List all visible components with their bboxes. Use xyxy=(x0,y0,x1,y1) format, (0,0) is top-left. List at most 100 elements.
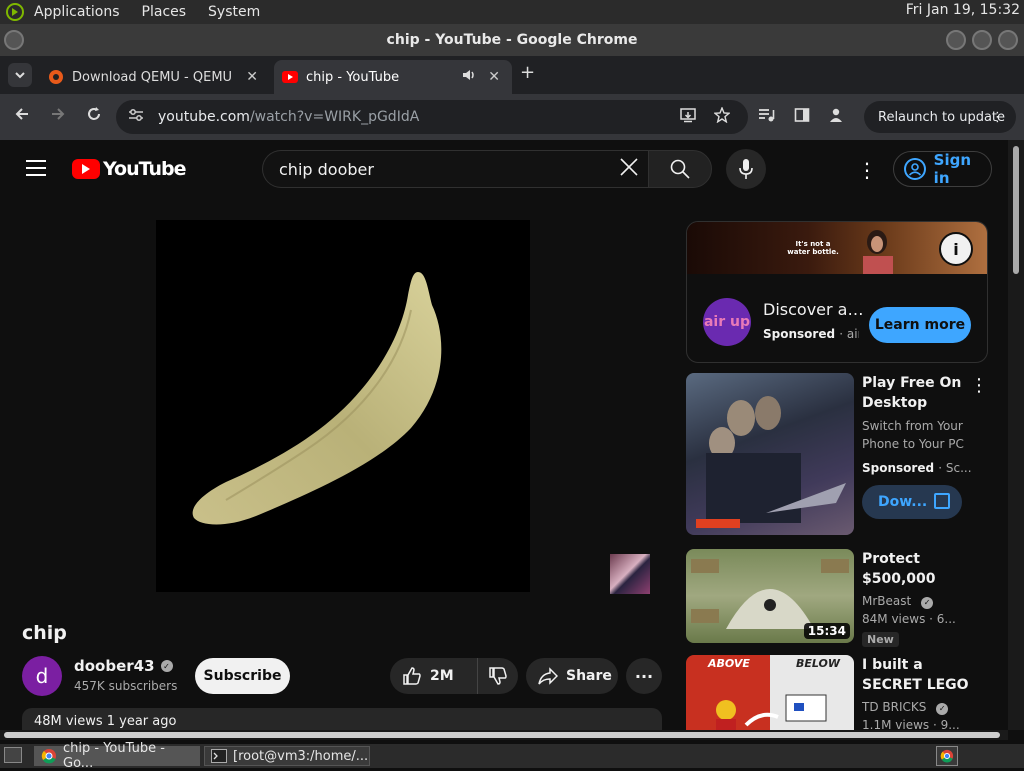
forward-icon[interactable] xyxy=(50,106,66,127)
search-query: chip doober xyxy=(279,159,374,179)
browser-toolbar: youtube.com/watch?v=WIRK_pGdIdA Relaunch… xyxy=(0,94,1024,140)
video-player[interactable] xyxy=(22,198,662,610)
ad-card[interactable]: It's not a water bottle. i air up Discov… xyxy=(686,221,988,363)
video-thumbnail[interactable]: 15:34 xyxy=(686,549,854,643)
profile-icon[interactable] xyxy=(828,107,844,127)
minimize-button[interactable] xyxy=(946,30,966,50)
media-controls-icon[interactable] xyxy=(758,107,776,127)
sponsored-label: Sponsored xyxy=(862,461,935,475)
relaunch-label: Relaunch to update xyxy=(878,109,1006,125)
scrollbar-thumb[interactable] xyxy=(4,732,1000,738)
sponsored-label: Sponsored xyxy=(763,327,836,341)
sign-in-button[interactable]: Sign in xyxy=(893,151,992,187)
back-icon[interactable] xyxy=(14,106,30,127)
video-stats: 1.1M views · 9... xyxy=(862,718,960,731)
address-bar[interactable]: youtube.com/watch?v=WIRK_pGdIdA xyxy=(116,100,748,134)
side-panel-icon[interactable] xyxy=(794,107,810,127)
close-tab-icon[interactable]: ✕ xyxy=(246,69,258,85)
tab-qemu[interactable]: Download QEMU - QEMU ✕ xyxy=(40,60,270,94)
video-stats: 84M views · 6... xyxy=(862,612,956,626)
tab-youtube[interactable]: chip - YouTube ✕ xyxy=(274,60,512,94)
youtube-wordmark: YouTube xyxy=(103,158,186,180)
desktop-taskbar: chip - YouTube - Go... [root@vm3:/home/.… xyxy=(0,741,1024,771)
ad-description-line: Phone to Your PC xyxy=(862,437,964,451)
ad-banner-tagline: It's not a water bottle. xyxy=(787,240,839,256)
distro-logo-icon[interactable] xyxy=(4,1,26,23)
dislike-button[interactable] xyxy=(478,666,518,686)
youtube-play-logo-icon xyxy=(72,159,100,179)
share-button[interactable]: Share xyxy=(526,658,618,694)
recommendation-title[interactable]: Protect $500,000 Kee... xyxy=(862,549,972,589)
ad-person-image xyxy=(863,230,893,274)
channel-avatar[interactable]: d xyxy=(22,656,62,696)
horizontal-scrollbar[interactable] xyxy=(0,730,1008,740)
recommendation-title[interactable]: Play Free On Desktop xyxy=(862,373,972,413)
channel-name[interactable]: doober43 ✓ xyxy=(74,657,173,675)
video-duration: 15:34 xyxy=(803,623,850,639)
close-tab-icon[interactable]: ✕ xyxy=(488,69,500,85)
hamburger-menu-icon[interactable] xyxy=(26,160,46,176)
more-options-icon[interactable]: ⋮ xyxy=(970,375,988,396)
recommendation-title[interactable]: I built a SECRET LEGO survival... xyxy=(862,655,972,695)
channel-line[interactable]: MrBeast ✓ xyxy=(862,592,972,610)
reload-icon[interactable] xyxy=(86,106,102,127)
description-box[interactable]: 48M views 1 year ago xyxy=(22,708,662,732)
like-button[interactable]: 2M xyxy=(390,658,478,694)
search-input[interactable]: chip doober xyxy=(262,150,648,188)
voice-search-button[interactable] xyxy=(726,149,766,189)
subscribe-button[interactable]: Subscribe xyxy=(195,658,290,694)
close-window-button[interactable] xyxy=(998,30,1018,50)
ad-headline[interactable]: Discover ai... xyxy=(763,300,865,319)
clock[interactable]: Fri Jan 19, 15:32 xyxy=(906,2,1020,18)
site-info-icon[interactable] xyxy=(128,108,144,126)
learn-more-button[interactable]: Learn more xyxy=(869,307,971,343)
youtube-logo[interactable]: YouTube xyxy=(72,158,186,180)
show-desktop-icon[interactable] xyxy=(4,747,22,763)
video-frame[interactable] xyxy=(156,220,530,592)
relaunch-to-update-button[interactable]: Relaunch to update ⋮ xyxy=(864,101,1016,133)
clear-search-icon[interactable] xyxy=(618,156,640,184)
vertical-scrollbar[interactable] xyxy=(1008,140,1024,730)
taskbar-item-terminal[interactable]: [root@vm3:/home/... xyxy=(204,746,370,766)
download-ad-button[interactable]: Dow... xyxy=(862,485,962,519)
ad-info-icon[interactable]: i xyxy=(939,232,973,266)
settings-kebab-icon[interactable]: ⋮ xyxy=(857,158,877,182)
url-path: /watch?v=WIRK_pGdIdA xyxy=(249,109,420,125)
maximize-button[interactable] xyxy=(972,30,992,50)
recommendation-item[interactable]: Play Free On Desktop Switch from Your Ph… xyxy=(686,373,1008,541)
tab-search-button[interactable] xyxy=(8,63,32,87)
speaker-icon[interactable] xyxy=(462,69,476,85)
ad-description-line: Switch from Your xyxy=(862,419,963,433)
tab-title: Download QEMU - QEMU xyxy=(72,69,233,85)
sign-in-label: Sign in xyxy=(933,151,972,187)
channel-name: TD BRICKS xyxy=(862,700,927,714)
video-endcard-thumbnail[interactable] xyxy=(610,554,650,594)
window-menu-button[interactable] xyxy=(4,30,24,50)
channel-name: MrBeast xyxy=(862,594,912,608)
channel-line[interactable]: TD BRICKS ✓ xyxy=(862,698,972,716)
search-button[interactable] xyxy=(648,150,712,188)
bookmark-star-icon[interactable] xyxy=(713,106,731,127)
qemu-favicon-icon xyxy=(48,69,64,85)
install-app-icon[interactable] xyxy=(680,107,696,127)
new-tab-button[interactable]: + xyxy=(520,62,535,83)
ad-banner[interactable]: It's not a water bottle. i xyxy=(687,222,987,274)
video-thumbnail[interactable] xyxy=(686,373,854,535)
menu-places[interactable]: Places xyxy=(142,4,187,20)
taskbar-item-chrome[interactable]: chip - YouTube - Go... xyxy=(34,741,200,771)
chrome-menu-icon[interactable]: ⋮ xyxy=(991,110,1004,125)
scrollbar-thumb[interactable] xyxy=(1013,146,1019,274)
external-link-icon xyxy=(934,493,950,509)
video-thumbnail[interactable]: ABOVE BELOW xyxy=(686,655,854,731)
recommendation-item[interactable]: 15:34 Protect $500,000 Kee... MrBeast ✓ … xyxy=(686,549,1008,647)
recommendation-item[interactable]: ABOVE BELOW I built a SECRET LEGO surviv… xyxy=(686,655,1008,731)
workspace-switcher[interactable] xyxy=(936,746,958,766)
more-actions-button[interactable]: ··· xyxy=(626,658,662,694)
menu-applications[interactable]: Applications xyxy=(34,4,120,20)
verified-check-icon: ✓ xyxy=(921,597,934,609)
subscriber-count: 457K subscribers xyxy=(74,679,178,693)
advertiser-logo[interactable]: air up xyxy=(703,298,751,346)
menu-system[interactable]: System xyxy=(208,4,260,20)
window-title: chip - YouTube - Google Chrome xyxy=(386,32,638,48)
new-badge: New xyxy=(862,632,899,647)
